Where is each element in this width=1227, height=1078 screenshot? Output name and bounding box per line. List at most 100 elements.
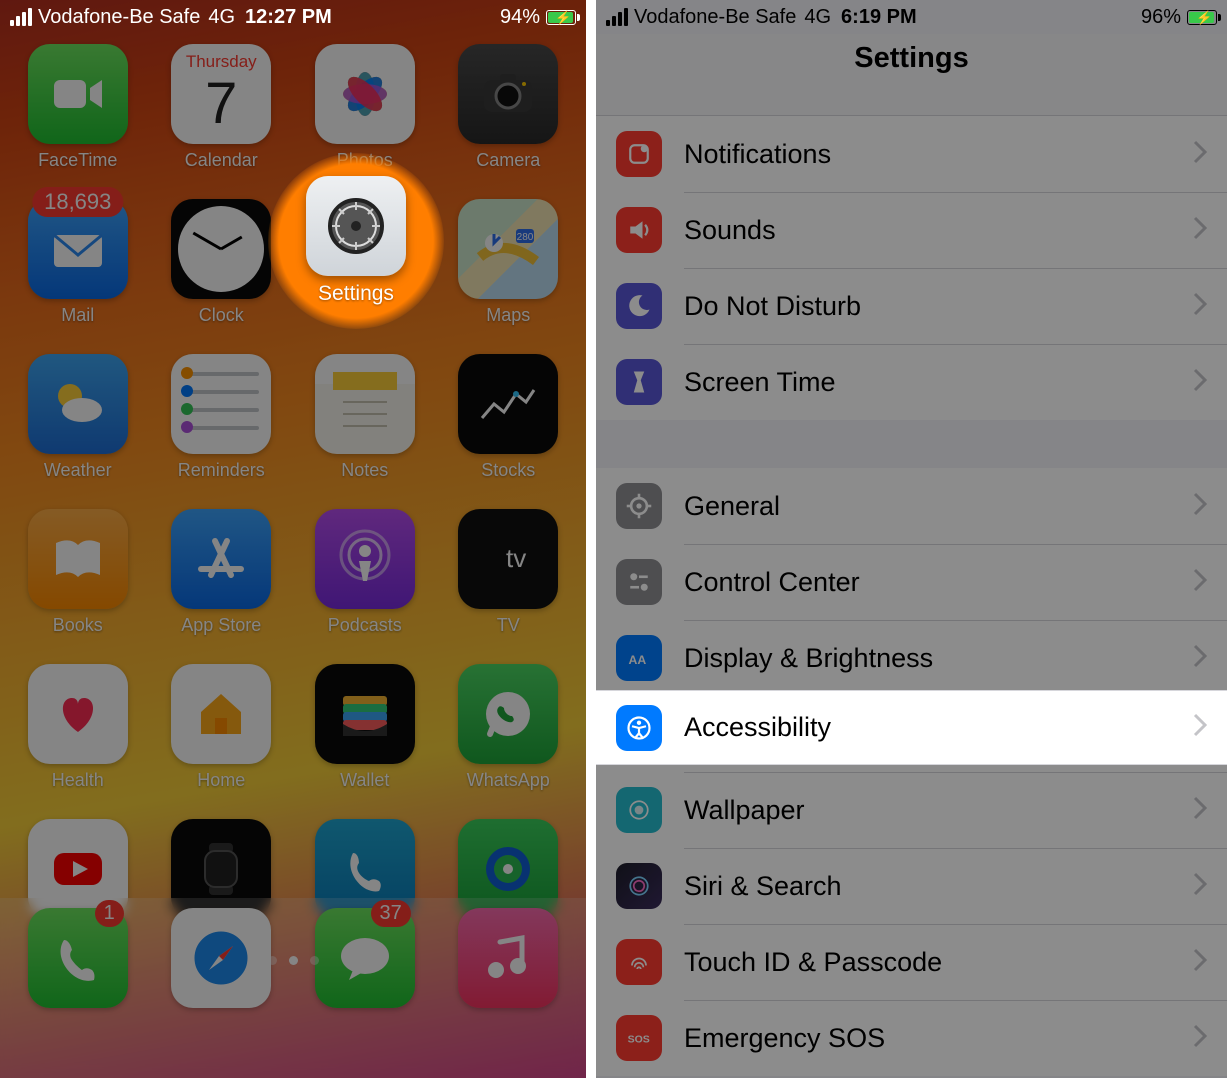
app-reminders[interactable]: Reminders: [162, 354, 282, 481]
highlight-settings[interactable]: Settings: [268, 153, 444, 329]
camera-icon: [458, 44, 558, 144]
row-label: Display & Brightness: [684, 643, 1193, 674]
app-clock[interactable]: Clock: [162, 199, 282, 326]
chevron-right-icon: [1193, 644, 1207, 673]
row-controlcenter[interactable]: Control Center: [596, 544, 1227, 620]
row-label: Wallpaper: [684, 795, 1193, 826]
app-health[interactable]: Health: [18, 664, 138, 791]
app-podcasts[interactable]: Podcasts: [305, 509, 425, 636]
app-appstore[interactable]: App Store: [162, 509, 282, 636]
row-label: Control Center: [684, 567, 1193, 598]
podcasts-icon: [315, 509, 415, 609]
stocks-icon: [458, 354, 558, 454]
row-screentime[interactable]: Screen Time: [596, 344, 1227, 420]
network-label: 4G: [804, 6, 831, 29]
app-label: Health: [52, 770, 104, 791]
display-icon: AA: [616, 635, 662, 681]
touchid-icon: [616, 939, 662, 985]
app-weather[interactable]: Weather: [18, 354, 138, 481]
app-photos[interactable]: Photos: [305, 44, 425, 171]
app-label: Stocks: [481, 460, 535, 481]
chevron-right-icon: [1193, 796, 1207, 825]
row-label: Screen Time: [684, 367, 1193, 398]
row-display[interactable]: AA Display & Brightness: [596, 620, 1227, 696]
chevron-right-icon: [1193, 140, 1207, 169]
app-whatsapp[interactable]: WhatsApp: [449, 664, 569, 791]
chevron-right-icon: [1193, 492, 1207, 521]
row-general[interactable]: General: [596, 468, 1227, 544]
battery-icon: ⚡: [1187, 10, 1217, 25]
navbar: Settings: [596, 34, 1227, 116]
books-icon: [28, 509, 128, 609]
app-label: Camera: [476, 150, 540, 171]
row-label: Do Not Disturb: [684, 291, 1193, 322]
app-books[interactable]: Books: [18, 509, 138, 636]
calendar-day-num: 7: [171, 70, 271, 137]
app-label: Notes: [341, 460, 388, 481]
clock-label: 6:19 PM: [841, 6, 917, 29]
app-tv[interactable]: tv TV: [449, 509, 569, 636]
notes-icon: [315, 354, 415, 454]
mail-badge: 18,693: [32, 187, 123, 217]
chevron-right-icon: [1193, 216, 1207, 245]
weather-icon: [28, 354, 128, 454]
carrier-label: Vodafone-Be Safe: [38, 6, 200, 29]
row-touchid[interactable]: Touch ID & Passcode: [596, 924, 1227, 1000]
settings-label: Settings: [318, 282, 394, 306]
status-bar: Vodafone-Be Safe 4G 12:27 PM 94% ⚡: [0, 0, 586, 34]
general-icon: [616, 483, 662, 529]
wallpaper-icon: [616, 787, 662, 833]
dnd-icon: [616, 283, 662, 329]
photos-icon: [315, 44, 415, 144]
row-label: Notifications: [684, 139, 1193, 170]
health-icon: [28, 664, 128, 764]
page-title: Settings: [854, 42, 968, 75]
clock-icon: [171, 199, 271, 299]
settings-icon[interactable]: [306, 176, 406, 276]
app-label: WhatsApp: [467, 770, 550, 791]
app-calendar[interactable]: Thursday 7 Calendar: [162, 44, 282, 171]
app-wallet[interactable]: Wallet: [305, 664, 425, 791]
row-wallpaper[interactable]: Wallpaper: [596, 772, 1227, 848]
app-label: Reminders: [178, 460, 265, 481]
row-label: Sounds: [684, 215, 1193, 246]
highlight-accessibility[interactable]: Accessibility: [596, 690, 1227, 765]
reminders-icon: [171, 354, 271, 454]
settings-list: Notifications Sounds Do Not Disturb Scre…: [596, 116, 1227, 1076]
clock-label: 12:27 PM: [245, 6, 332, 29]
screentime-icon: [616, 359, 662, 405]
app-stocks[interactable]: Stocks: [449, 354, 569, 481]
row-sounds[interactable]: Sounds: [596, 192, 1227, 268]
siri-icon: [616, 863, 662, 909]
chevron-right-icon: [1193, 1024, 1207, 1053]
phone-badge: 1: [95, 900, 124, 927]
app-label: Maps: [486, 305, 530, 326]
home-screen: Vodafone-Be Safe 4G 12:27 PM 94% ⚡ Setti…: [0, 0, 586, 1078]
chevron-right-icon: [1193, 948, 1207, 977]
row-sos[interactable]: SOS Emergency SOS: [596, 1000, 1227, 1076]
app-maps[interactable]: 280 Maps: [449, 199, 569, 326]
svg-text:280: 280: [517, 232, 534, 243]
facetime-icon: [28, 44, 128, 144]
app-home[interactable]: Home: [162, 664, 282, 791]
app-label: Calendar: [185, 150, 258, 171]
app-label: Wallet: [340, 770, 389, 791]
app-mail[interactable]: 18,693 Mail: [18, 199, 138, 326]
page-indicator[interactable]: [0, 956, 586, 965]
app-grid: FaceTime Thursday 7 Calendar Photos Came…: [0, 34, 586, 946]
row-label: Siri & Search: [684, 871, 1193, 902]
app-label: Mail: [61, 305, 94, 326]
battery-label: 94%: [500, 6, 540, 29]
carrier-label: Vodafone-Be Safe: [634, 6, 796, 29]
controlcenter-icon: [616, 559, 662, 605]
svg-text:tv: tv: [506, 543, 526, 573]
row-siri[interactable]: Siri & Search: [596, 848, 1227, 924]
app-facetime[interactable]: FaceTime: [18, 44, 138, 171]
app-notes[interactable]: Notes: [305, 354, 425, 481]
app-label: Home: [197, 770, 245, 791]
row-dnd[interactable]: Do Not Disturb: [596, 268, 1227, 344]
battery-icon: ⚡: [546, 10, 576, 25]
app-label: App Store: [181, 615, 261, 636]
app-camera[interactable]: Camera: [449, 44, 569, 171]
row-notifications[interactable]: Notifications: [596, 116, 1227, 192]
